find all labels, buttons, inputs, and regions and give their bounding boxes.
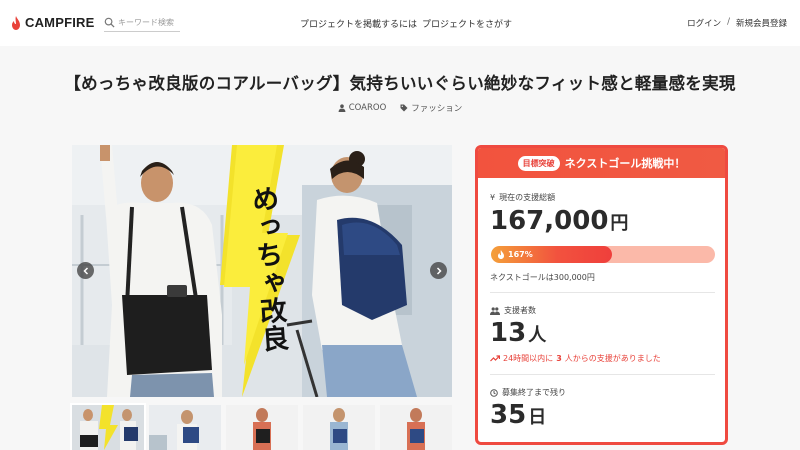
amount-unit: 円 (610, 213, 629, 234)
next-goal-text: ネクストゴールは300,000円 (490, 273, 595, 282)
supporters-value: 13 (490, 318, 527, 348)
trend-prefix: 24時間以内に (503, 354, 554, 363)
owner-link[interactable]: COAROO (338, 102, 387, 114)
trend-suffix: 人からの支援がありました (564, 354, 661, 363)
thumbnail[interactable] (70, 403, 146, 450)
amount-label-row: ¥ 現在の支援総額 (490, 192, 555, 203)
nav-list-project[interactable]: プロジェクトを掲載するには (300, 17, 417, 30)
remaining-row: 35 日 (490, 400, 546, 430)
tag-icon (400, 104, 408, 112)
project-main-image[interactable]: めっちゃ改良 (72, 145, 452, 397)
supporters-label: 支援者数 (504, 306, 536, 315)
thumbnail[interactable] (380, 405, 452, 450)
thumbnail[interactable] (149, 405, 221, 450)
progress-percent: 167% (508, 250, 533, 259)
supporters-unit: 人 (528, 325, 547, 346)
clock-icon (490, 388, 498, 397)
supporters-label-row: 支援者数 (490, 305, 536, 316)
trending-up-icon (490, 355, 500, 362)
user-icon (338, 104, 346, 112)
carousel-next-button[interactable] (430, 262, 447, 279)
carousel-prev-button[interactable] (77, 262, 94, 279)
thumbnail-image (303, 405, 375, 450)
supporters-row: 13 人 (490, 318, 546, 348)
card-header: 目標突破 ネクストゴール挑戦中！ (478, 148, 725, 178)
amount-label: 現在の支援総額 (499, 193, 556, 202)
recent-support-row: 24時間以内に 3 人からの支援がありました (490, 353, 661, 364)
auth-links: ログイン / 新規会員登録 (687, 17, 787, 29)
login-link[interactable]: ログイン (687, 17, 721, 29)
divider (490, 374, 715, 375)
remaining-label-row: 募集終了まで残り (490, 387, 566, 398)
thumbnail-image (380, 405, 452, 450)
trend-count: 3 (556, 354, 562, 363)
owner-name: COAROO (348, 103, 387, 113)
thumbnail[interactable] (226, 405, 298, 450)
search-box[interactable] (104, 13, 180, 32)
remaining-unit: 日 (528, 407, 547, 428)
category-link[interactable]: ファッション (400, 102, 462, 114)
thumbnail-strip (70, 403, 452, 450)
thumbnail-image (226, 405, 298, 450)
chevron-right-icon (436, 266, 442, 275)
remaining-value: 35 (490, 400, 527, 430)
divider (490, 292, 715, 293)
yen-icon: ¥ (490, 193, 496, 202)
category-name: ファッション (411, 104, 463, 114)
remaining-label: 募集終了まで残り (502, 388, 566, 397)
funding-progress-bar: 167% (491, 246, 715, 263)
thumbnail[interactable] (303, 405, 375, 450)
search-input[interactable] (118, 17, 178, 27)
amount-value: 167,000 (490, 206, 609, 236)
logo[interactable]: CAMPFIRE (11, 15, 95, 30)
signup-link[interactable]: 新規会員登録 (736, 17, 787, 29)
nav-find-project[interactable]: プロジェクトをさがす (422, 17, 512, 30)
card-headline: ネクストゴール挑戦中！ (564, 157, 686, 170)
thumbnail-image (72, 405, 144, 450)
funding-status-card: 目標突破 ネクストゴール挑戦中！ ¥ 現在の支援総額 167,000 円 167… (475, 145, 728, 445)
users-icon (490, 306, 500, 315)
page-title: 【めっちゃ改良版のコアルーバッグ】気持ちいいぐらい絶妙なフィット感と軽量感を実現 (64, 74, 736, 93)
chevron-left-icon (82, 266, 88, 275)
goal-reached-badge: 目標突破 (517, 155, 560, 171)
flame-icon (498, 250, 504, 259)
project-meta: COAROO ファッション (0, 102, 800, 114)
flame-icon (12, 15, 20, 30)
amount-row: 167,000 円 (490, 206, 628, 236)
brand-name: CAMPFIRE (25, 15, 95, 30)
thumbnail-image (149, 405, 221, 450)
site-header: CAMPFIRE プロジェクトを掲載するには プロジェクトをさがす ログイン /… (0, 0, 800, 46)
auth-separator: / (727, 17, 730, 27)
progress-fill: 167% (491, 246, 612, 263)
search-icon (104, 17, 115, 28)
